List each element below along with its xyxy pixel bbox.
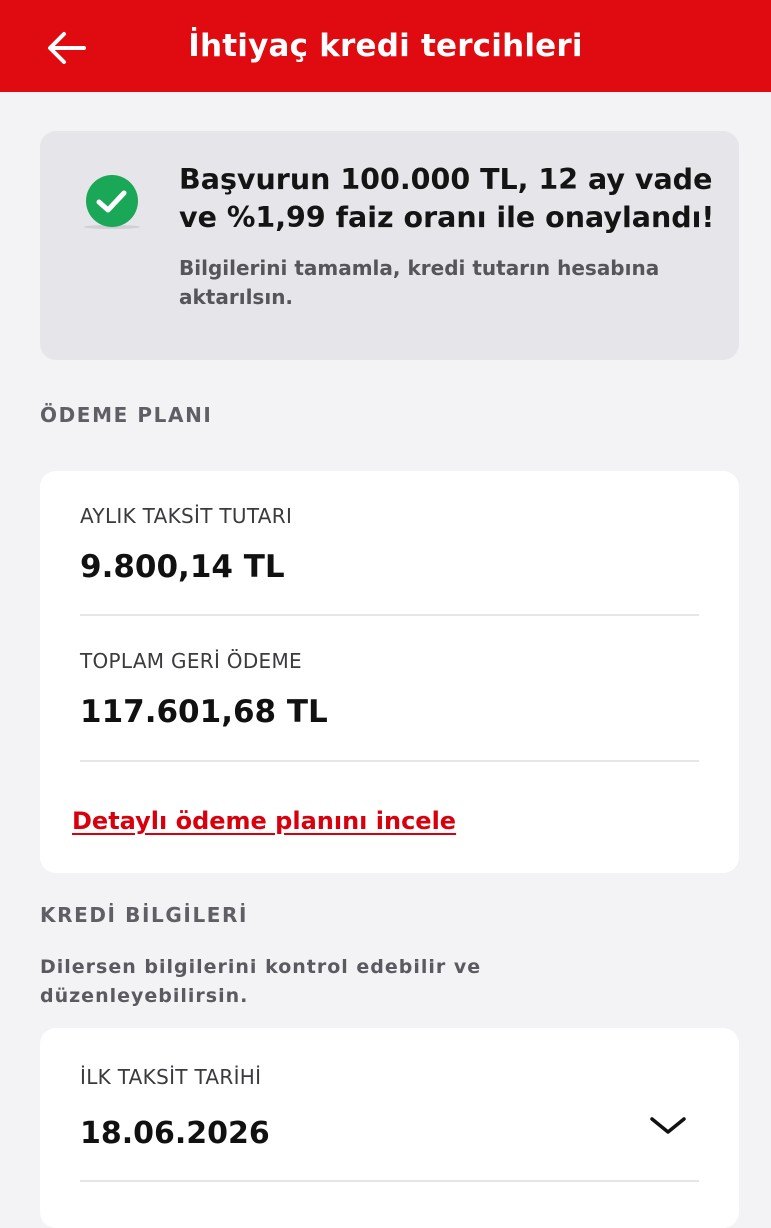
back-button[interactable] [44, 26, 88, 70]
total-repayment-value: 117.601,68 TL [80, 694, 328, 730]
divider [80, 614, 699, 616]
payment-plan-section-label: ÖDEME PLANI [40, 403, 213, 427]
payment-plan-card: AYLIK TAKSİT TUTARI 9.800,14 TL TOPLAM G… [40, 471, 739, 873]
credit-info-section-label: KREDİ BİLGİLERİ [40, 903, 249, 927]
first-installment-date-value[interactable]: 18.06.2026 [80, 1116, 270, 1151]
total-repayment-label: TOPLAM GERİ ÖDEME [80, 649, 302, 673]
check-circle-icon [84, 175, 140, 229]
divider [80, 1180, 699, 1182]
monthly-installment-label: AYLIK TAKSİT TUTARI [80, 504, 293, 528]
chevron-down-icon[interactable] [646, 1110, 690, 1140]
arrow-left-icon [48, 32, 86, 64]
page-title: İhtiyaç kredi tercihleri [188, 28, 583, 64]
first-installment-label: İLK TAKSİT TARİHİ [80, 1065, 262, 1089]
approval-title: Başvurun 100.000 TL, 12 ay vade ve %1,99… [179, 163, 715, 234]
app-header: İhtiyaç kredi tercihleri [0, 0, 771, 92]
credit-info-card: İLK TAKSİT TARİHİ 18.06.2026 [40, 1028, 739, 1228]
approval-subtitle: Bilgilerini tamamla, kredi tutarın hesab… [179, 256, 660, 309]
approval-banner: Başvurun 100.000 TL, 12 ay vade ve %1,99… [40, 131, 739, 360]
divider [80, 760, 699, 762]
detailed-payment-plan-link[interactable]: Detaylı ödeme planını incele [72, 807, 456, 835]
credit-info-description: Dilersen bilgilerini kontrol edebilir ve… [40, 956, 482, 1007]
monthly-installment-value: 9.800,14 TL [80, 549, 285, 585]
